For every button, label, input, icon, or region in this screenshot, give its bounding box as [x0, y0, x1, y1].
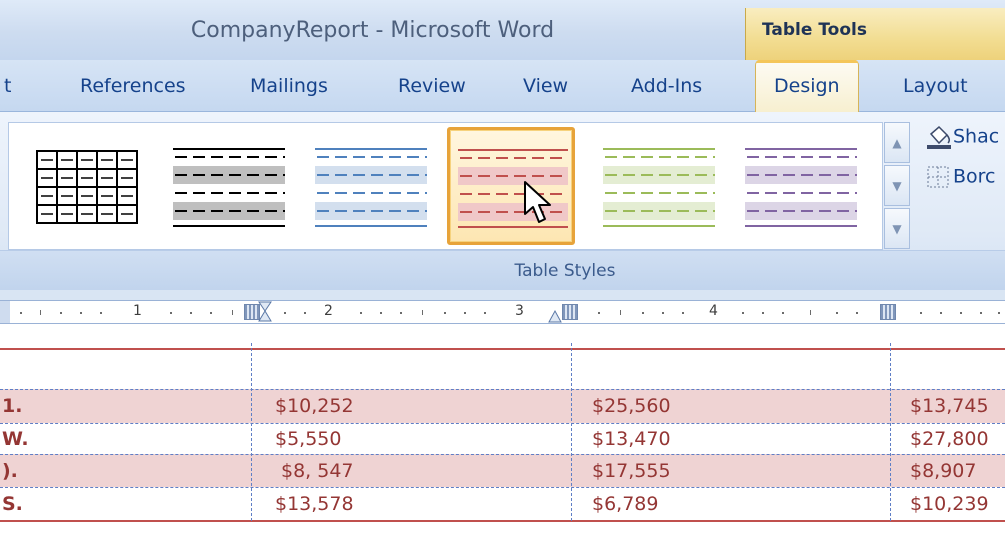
tab-design[interactable]: Design [755, 60, 859, 113]
light-shading-preview-icon [173, 148, 285, 227]
column-divider [251, 343, 252, 521]
table-style-light-shading[interactable] [165, 131, 293, 241]
more-icon: ▼ [892, 222, 902, 236]
shading-label: Shac [953, 125, 1000, 148]
tab-insert[interactable]: t [4, 60, 11, 112]
document-table: 1. $10,252 $25,560 $13,745 W. $5,550 $13… [0, 343, 1005, 541]
accent-2-preview-icon [458, 149, 568, 228]
table-cell[interactable]: $27,800 [910, 428, 989, 450]
hanging-indent-icon[interactable] [548, 307, 562, 323]
column-divider [890, 343, 891, 521]
horizontal-ruler[interactable]: 1 2 3 4 [0, 300, 1005, 324]
table-style-accent-1[interactable] [307, 131, 435, 241]
table-cell[interactable]: $13,745 [910, 395, 989, 417]
table-styles-group-label: Table Styles [514, 261, 616, 281]
accent-4-preview-icon [745, 148, 857, 227]
table-cell[interactable]: $8,907 [910, 460, 976, 482]
row-divider [0, 454, 1005, 455]
table-cell-name[interactable]: 1. [2, 395, 22, 417]
tab-layout[interactable]: Layout [903, 60, 968, 112]
table-row-band [0, 389, 1005, 423]
table-top-border [0, 348, 1005, 350]
tab-references[interactable]: References [80, 60, 186, 112]
table-cell[interactable]: $10,252 [275, 395, 354, 417]
mouse-pointer-icon [522, 180, 552, 232]
table-cell[interactable]: $6,789 [592, 493, 658, 515]
table-tools-label: Table Tools [762, 20, 867, 40]
accent-3-preview-icon [603, 148, 715, 227]
document-gutter [0, 325, 1005, 343]
table-tools-group-header: Table Tools [745, 8, 1005, 60]
table-cell[interactable]: $25,560 [592, 395, 671, 417]
paint-bucket-icon [925, 124, 953, 150]
column-divider [571, 343, 572, 521]
row-divider [0, 389, 1005, 390]
tab-view[interactable]: View [523, 60, 568, 112]
table-cell[interactable]: $10,239 [910, 493, 989, 515]
table-bottom-border [0, 520, 1005, 522]
ruler-number-2: 2 [324, 303, 333, 319]
gallery-scroll-down-button[interactable]: ▼ [884, 165, 910, 206]
table-style-accent-2[interactable] [447, 127, 575, 245]
column-marker-3[interactable] [880, 304, 896, 320]
indent-hourglass-icon[interactable] [258, 301, 272, 323]
ruler-separator [0, 290, 1005, 300]
table-style-accent-4[interactable] [737, 131, 865, 241]
shading-button[interactable]: Shac [925, 124, 999, 158]
table-cell[interactable]: $13,578 [275, 493, 354, 515]
table-row-band [0, 454, 1005, 487]
tab-mailings[interactable]: Mailings [250, 60, 328, 112]
gallery-scroll: ▲ ▼ ▼ [884, 122, 910, 250]
tab-add-ins[interactable]: Add-Ins [631, 60, 702, 112]
borders-icon [925, 164, 953, 190]
window-title: CompanyReport - Microsoft Word [190, 18, 555, 43]
row-divider [0, 423, 1005, 424]
ruler-number-1: 1 [133, 303, 142, 319]
table-grid-preview-icon [36, 150, 138, 224]
ruler-number-3: 3 [515, 303, 524, 319]
borders-label: Borc [953, 165, 996, 188]
ribbon-tab-row: t References Mailings Review View Add-In… [0, 60, 1005, 113]
ruler-margin [0, 301, 10, 323]
accent-1-preview-icon [315, 148, 427, 227]
triangle-up-icon: ▲ [892, 136, 902, 150]
tab-review[interactable]: Review [398, 60, 466, 112]
gallery-more-button[interactable]: ▼ [884, 208, 910, 249]
ribbon-design: ▲ ▼ ▼ Shac Borc Table Styles [0, 112, 1005, 290]
ruler-number-4: 4 [709, 303, 718, 319]
table-cell[interactable]: $8, 547 [281, 460, 354, 482]
table-cell-name[interactable]: ). [2, 460, 18, 482]
column-marker-2[interactable] [562, 304, 578, 320]
gallery-scroll-up-button[interactable]: ▲ [884, 122, 910, 163]
table-cell[interactable]: $5,550 [275, 428, 341, 450]
triangle-down-icon: ▼ [892, 179, 902, 193]
row-divider [0, 487, 1005, 488]
table-styles-group-footer: Table Styles [0, 250, 1005, 290]
table-cell-name[interactable]: W. [2, 428, 29, 450]
table-cell[interactable]: $17,555 [592, 460, 671, 482]
table-cell[interactable]: $13,470 [592, 428, 671, 450]
table-style-accent-3[interactable] [595, 131, 723, 241]
table-styles-gallery [8, 122, 883, 250]
borders-button[interactable]: Borc [925, 164, 996, 198]
title-bar: CompanyReport - Microsoft Word Table Too… [0, 0, 1005, 60]
table-cell-name[interactable]: S. [2, 493, 23, 515]
table-style-grid[interactable] [23, 131, 151, 241]
